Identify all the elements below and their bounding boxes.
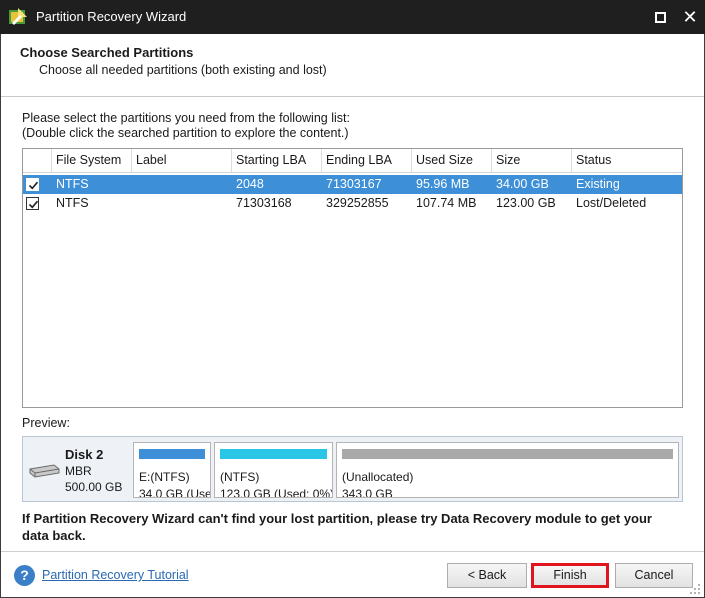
partition-table[interactable]: File System Label Starting LBA Ending LB… bbox=[22, 148, 683, 408]
partition-name: (NTFS) bbox=[220, 470, 260, 484]
help-icon[interactable]: ? bbox=[14, 565, 35, 586]
partition-usage-bar bbox=[220, 449, 327, 459]
column-header-ending-lba[interactable]: Ending LBA bbox=[322, 149, 412, 172]
partition-info: 123.0 GB (Used: 0%) bbox=[220, 487, 333, 498]
back-button[interactable]: < Back bbox=[447, 563, 527, 588]
partition-usage-bar bbox=[139, 449, 205, 459]
table-row[interactable]: NTFS 71303168 329252855 107.74 MB 123.00… bbox=[23, 194, 682, 213]
instruction-line-2: (Double click the searched partition to … bbox=[22, 126, 349, 140]
cell-starting-lba: 71303168 bbox=[236, 196, 292, 210]
disk-map: Disk 2 MBR 500.00 GB E:(NTFS) 34.0 GB (U… bbox=[22, 436, 683, 502]
column-header-used-size[interactable]: Used Size bbox=[412, 149, 492, 172]
cell-status: Existing bbox=[576, 177, 620, 191]
cell-label bbox=[132, 175, 232, 194]
column-header-size[interactable]: Size bbox=[492, 149, 572, 172]
cell-size: 123.00 GB bbox=[496, 196, 556, 210]
partition-info: 34.0 GB (Used: 0%) bbox=[139, 487, 210, 498]
cell-status: Lost/Deleted bbox=[576, 196, 647, 210]
header-divider bbox=[1, 96, 704, 97]
partition-block[interactable]: (NTFS) 123.0 GB (Used: 0%) bbox=[214, 442, 333, 498]
hard-disk-icon bbox=[29, 464, 60, 478]
partition-block[interactable]: (Unallocated) 343.0 GB bbox=[336, 442, 679, 498]
cell-label bbox=[132, 194, 232, 213]
column-header-label[interactable]: Label bbox=[132, 149, 232, 172]
disk-type: MBR bbox=[65, 464, 92, 478]
tutorial-link[interactable]: Partition Recovery Tutorial bbox=[42, 568, 189, 582]
partition-info: 343.0 GB bbox=[342, 487, 393, 498]
page-subtitle: Choose all needed partitions (both exist… bbox=[39, 63, 327, 77]
cell-size: 34.00 GB bbox=[496, 177, 549, 191]
partition-name: E:(NTFS) bbox=[139, 470, 190, 484]
disk-name: Disk 2 bbox=[65, 447, 104, 462]
header-checkbox-column[interactable] bbox=[23, 149, 52, 172]
close-button[interactable]: ✕ bbox=[672, 0, 705, 34]
checkmark-icon bbox=[28, 181, 39, 190]
column-header-starting-lba[interactable]: Starting LBA bbox=[232, 149, 322, 172]
app-icon bbox=[9, 8, 27, 25]
preview-label: Preview: bbox=[22, 416, 70, 430]
table-row[interactable]: NTFS 2048 71303167 95.96 MB 34.00 GB Exi… bbox=[23, 175, 682, 194]
cell-used-size: 107.74 MB bbox=[416, 196, 477, 210]
resize-grip-icon[interactable] bbox=[690, 584, 701, 595]
cell-ending-lba: 329252855 bbox=[326, 196, 389, 210]
close-icon: ✕ bbox=[682, 6, 698, 27]
instruction-line-1: Please select the partitions you need fr… bbox=[22, 111, 350, 125]
partition-name: (Unallocated) bbox=[342, 470, 414, 484]
partition-usage-bar bbox=[342, 449, 673, 459]
cancel-button[interactable]: Cancel bbox=[615, 563, 693, 588]
row-checkbox[interactable] bbox=[26, 197, 39, 210]
cell-ending-lba: 71303167 bbox=[326, 177, 382, 191]
notice-text: If Partition Recovery Wizard can't find … bbox=[22, 511, 652, 543]
cell-file-system: NTFS bbox=[56, 196, 89, 210]
finish-button[interactable]: Finish bbox=[531, 563, 609, 588]
column-header-status[interactable]: Status bbox=[572, 149, 682, 172]
cell-starting-lba: 2048 bbox=[236, 177, 264, 191]
page-title: Choose Searched Partitions bbox=[20, 45, 194, 60]
cell-file-system: NTFS bbox=[56, 177, 89, 191]
partition-block[interactable]: E:(NTFS) 34.0 GB (Used: 0%) bbox=[133, 442, 211, 498]
footer-divider bbox=[1, 551, 704, 552]
checkmark-icon bbox=[28, 200, 39, 209]
title-bar: Partition Recovery Wizard ✕ bbox=[0, 0, 705, 34]
row-checkbox[interactable] bbox=[26, 178, 39, 191]
disk-size: 500.00 GB bbox=[65, 480, 123, 494]
table-header: File System Label Starting LBA Ending LB… bbox=[23, 149, 682, 173]
maximize-icon bbox=[654, 11, 666, 23]
column-header-file-system[interactable]: File System bbox=[52, 149, 132, 172]
cell-used-size: 95.96 MB bbox=[416, 177, 470, 191]
window-title: Partition Recovery Wizard bbox=[36, 9, 187, 24]
